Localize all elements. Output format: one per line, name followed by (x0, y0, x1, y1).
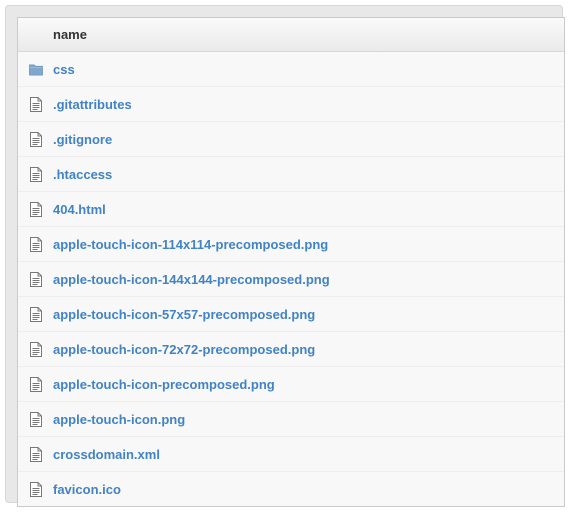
file-icon (29, 236, 43, 252)
file-name-link[interactable]: apple-touch-icon-114x114-precomposed.png (53, 237, 328, 252)
file-list: css .gitattributes .gitignore .htaccess … (18, 52, 564, 506)
file-name-link[interactable]: apple-touch-icon-precomposed.png (53, 377, 275, 392)
folder-icon (29, 61, 43, 77)
file-name-link[interactable]: .gitattributes (53, 97, 132, 112)
file-icon (29, 131, 43, 147)
list-item[interactable]: apple-touch-icon-144x144-precomposed.png (18, 261, 564, 296)
file-icon (29, 96, 43, 112)
file-browser-frame: name css .gitattributes .gitignore .htac… (5, 5, 565, 507)
file-name-link[interactable]: apple-touch-icon-57x57-precomposed.png (53, 307, 315, 322)
file-name-link[interactable]: apple-touch-icon-72x72-precomposed.png (53, 342, 315, 357)
list-item[interactable]: apple-touch-icon.png (18, 401, 564, 436)
file-name-link[interactable]: apple-touch-icon-144x144-precomposed.png (53, 272, 330, 287)
file-icon (29, 306, 43, 322)
list-item[interactable]: apple-touch-icon-precomposed.png (18, 366, 564, 401)
file-icon (29, 411, 43, 427)
file-icon (29, 446, 43, 462)
table-header: name (18, 18, 564, 52)
list-item[interactable]: apple-touch-icon-72x72-precomposed.png (18, 331, 564, 366)
file-icon (29, 166, 43, 182)
file-name-link[interactable]: .gitignore (53, 132, 112, 147)
file-name-link[interactable]: favicon.ico (53, 482, 121, 497)
list-item[interactable]: css (18, 52, 564, 86)
file-name-link[interactable]: 404.html (53, 202, 106, 217)
file-name-link[interactable]: css (53, 62, 75, 77)
file-table: name css .gitattributes .gitignore .htac… (17, 17, 565, 507)
list-item[interactable]: 404.html (18, 191, 564, 226)
file-name-link[interactable]: .htaccess (53, 167, 112, 182)
file-icon (29, 481, 43, 497)
list-item[interactable]: .gitignore (18, 121, 564, 156)
list-item[interactable]: apple-touch-icon-114x114-precomposed.png (18, 226, 564, 261)
file-icon (29, 341, 43, 357)
file-icon (29, 201, 43, 217)
list-item[interactable]: apple-touch-icon-57x57-precomposed.png (18, 296, 564, 331)
list-item[interactable]: .gitattributes (18, 86, 564, 121)
file-name-link[interactable]: apple-touch-icon.png (53, 412, 185, 427)
file-name-link[interactable]: crossdomain.xml (53, 447, 160, 462)
name-column-header[interactable]: name (53, 27, 87, 42)
list-item[interactable]: .htaccess (18, 156, 564, 191)
file-icon (29, 376, 43, 392)
list-item[interactable]: crossdomain.xml (18, 436, 564, 471)
list-item[interactable]: favicon.ico (18, 471, 564, 506)
file-icon (29, 271, 43, 287)
